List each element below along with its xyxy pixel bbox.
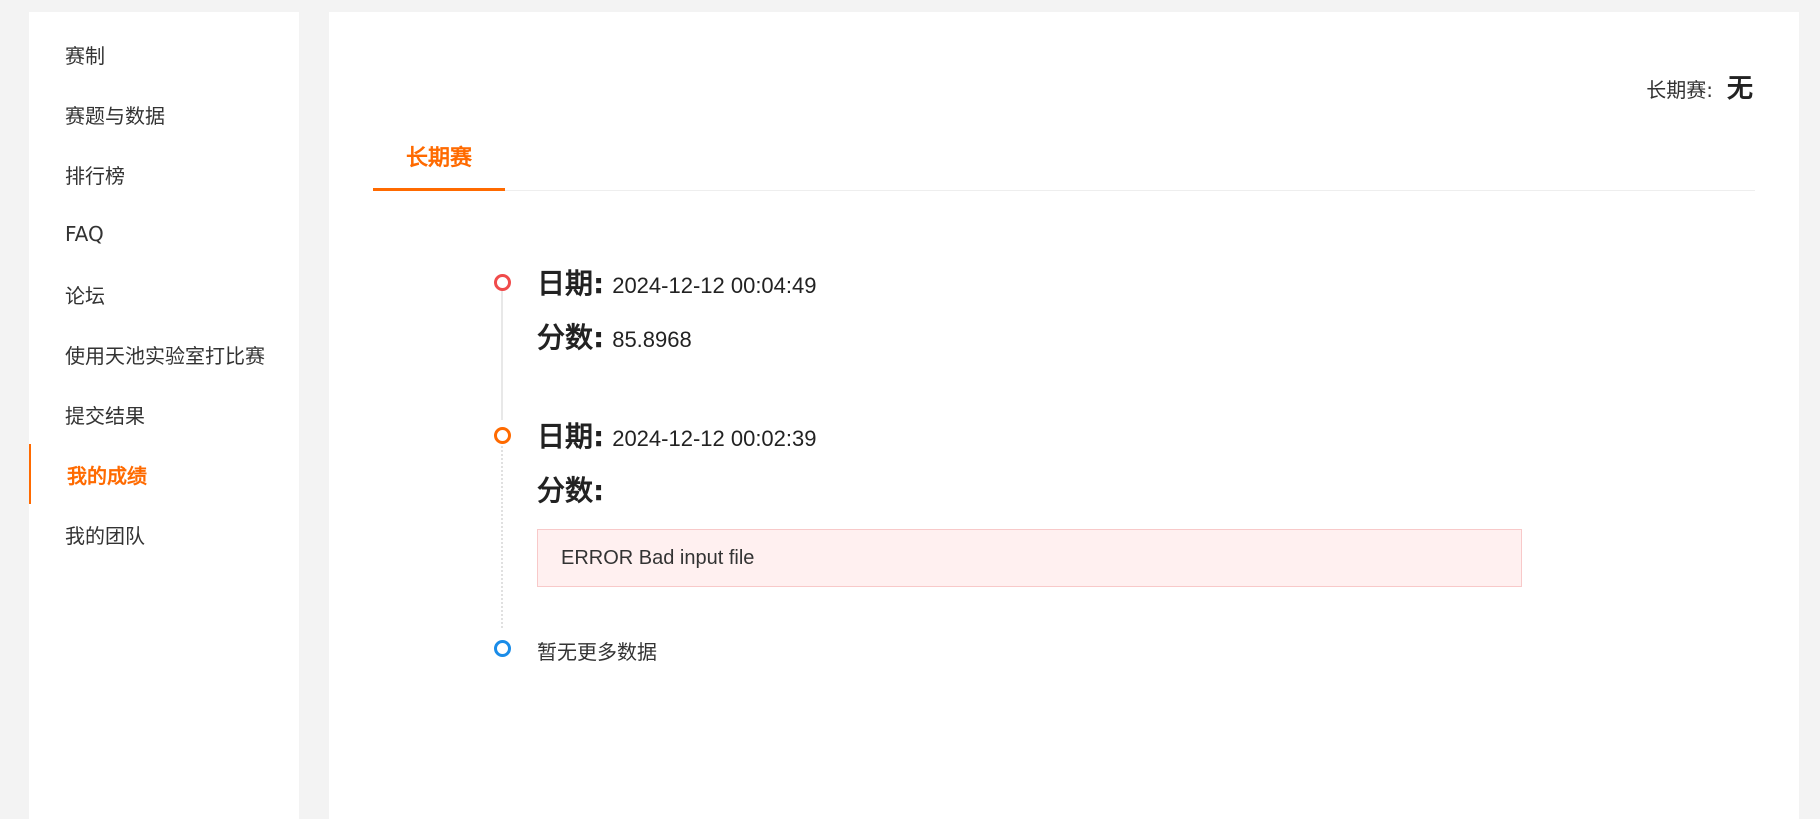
timeline-item: 日期: 2024-12-12 00:02:39 分数: ERROR Bad in…: [537, 415, 1522, 587]
sidebar-nav: 赛制 赛题与数据 排行榜 FAQ 论坛 使用天池实验室打比赛 提交结果 我的成绩…: [29, 12, 299, 819]
sidebar-item-label: 排行榜: [65, 163, 125, 188]
sidebar-item-label: 论坛: [65, 283, 105, 308]
submission-score: 85.8968: [612, 327, 692, 352]
sidebar-item-label: 使用天池实验室打比赛: [65, 343, 265, 368]
sidebar-item-label: 赛题与数据: [65, 103, 165, 128]
sidebar-item-faq[interactable]: FAQ: [29, 204, 299, 264]
no-more-data-text: 暂无更多数据: [537, 640, 657, 664]
timeline-dot: [494, 427, 511, 444]
sidebar-item-label: 提交结果: [65, 403, 145, 428]
score-key: 分数:: [537, 474, 605, 507]
tab-long-term[interactable]: 长期赛: [373, 124, 505, 191]
sidebar-item-tianchi-lab[interactable]: 使用天池实验室打比赛: [29, 324, 299, 384]
timeline-line: [501, 438, 503, 628]
long-term-status: 长期赛: 无: [1646, 68, 1753, 105]
date-row: 日期: 2024-12-12 00:02:39: [537, 415, 1522, 469]
sidebar-item-label: 我的团队: [65, 523, 145, 548]
long-term-label: 长期赛:: [1646, 78, 1713, 102]
sidebar-item-my-scores[interactable]: 我的成绩: [29, 444, 299, 504]
sidebar-item-forum[interactable]: 论坛: [29, 264, 299, 324]
error-message: ERROR Bad input file: [537, 529, 1522, 587]
sidebar-item-my-team[interactable]: 我的团队: [29, 504, 299, 564]
date-row: 日期: 2024-12-12 00:04:49: [537, 262, 817, 316]
sidebar-item-label: 赛制: [65, 43, 105, 68]
sidebar-item-rules[interactable]: 赛制: [29, 24, 299, 84]
score-row: 分数: 85.8968: [537, 316, 817, 370]
date-key: 日期:: [537, 420, 605, 453]
sidebar-item-submit-results[interactable]: 提交结果: [29, 384, 299, 444]
submission-date: 2024-12-12 00:04:49: [612, 273, 817, 298]
main-panel: 长期赛: 无 长期赛 日期: 2024-12-12 00:04:49 分数: 8…: [329, 12, 1799, 819]
tab-bar: 长期赛: [373, 124, 1755, 191]
timeline-line: [501, 286, 503, 420]
sidebar-item-leaderboard[interactable]: 排行榜: [29, 144, 299, 204]
sidebar-item-label: FAQ: [65, 222, 104, 246]
sidebar-item-problem-data[interactable]: 赛题与数据: [29, 84, 299, 144]
date-key: 日期:: [537, 267, 605, 300]
long-term-value: 无: [1726, 74, 1753, 104]
submission-date: 2024-12-12 00:02:39: [612, 426, 817, 451]
timeline-end: 暂无更多数据: [537, 636, 657, 665]
timeline-end-dot: [494, 640, 511, 657]
timeline-dot: [494, 274, 511, 291]
sidebar-item-label: 我的成绩: [67, 463, 147, 488]
timeline-item: 日期: 2024-12-12 00:04:49 分数: 85.8968: [537, 262, 817, 370]
score-key: 分数:: [537, 321, 605, 354]
score-row: 分数:: [537, 469, 1522, 523]
